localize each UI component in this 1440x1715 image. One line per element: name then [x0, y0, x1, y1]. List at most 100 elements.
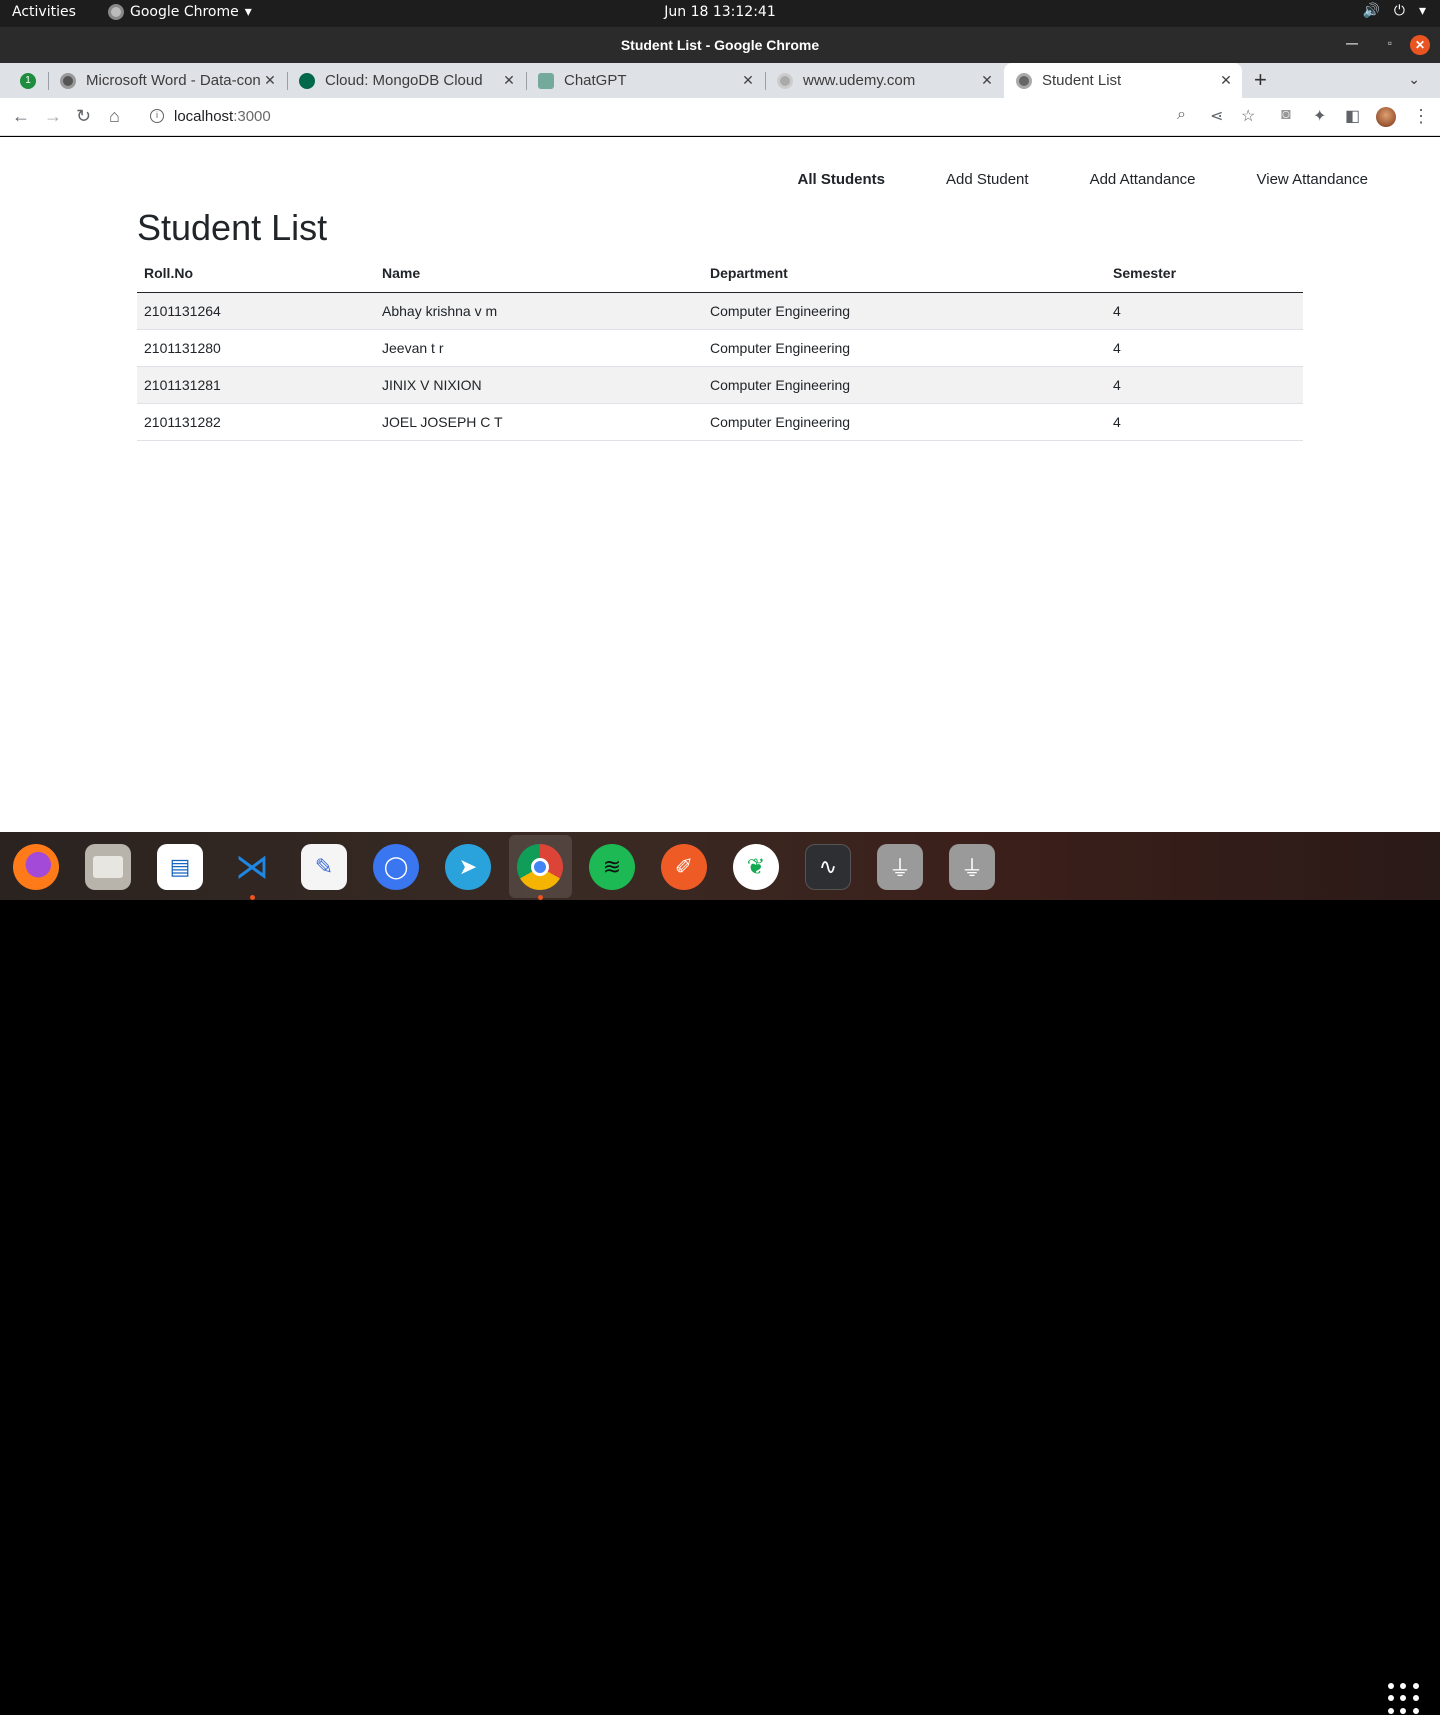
- volume-icon: 🔊: [1362, 3, 1380, 19]
- usb-drive-icon[interactable]: ⏚: [949, 844, 995, 890]
- globe-icon: [1016, 72, 1032, 89]
- camera-icon[interactable]: ◙: [1281, 106, 1291, 124]
- close-tab-icon[interactable]: ✕: [738, 72, 758, 89]
- column-header-name: Name: [375, 255, 703, 293]
- mongodb-leaf-icon: [299, 72, 315, 89]
- globe-icon: [777, 72, 793, 89]
- close-tab-icon[interactable]: ✕: [260, 72, 280, 89]
- globe-icon: [60, 72, 76, 89]
- cell-name: Jeevan t r: [375, 329, 703, 367]
- telegram-icon[interactable]: ➤: [445, 844, 491, 890]
- close-tab-icon[interactable]: ✕: [499, 72, 519, 89]
- app-menu-label: Google Chrome: [130, 4, 239, 20]
- tab-label: ChatGPT: [564, 72, 627, 89]
- tab-student-list[interactable]: Student List ✕: [1004, 63, 1242, 98]
- table-row: 2101131282 JOEL JOSEPH C T Computer Engi…: [137, 403, 1303, 441]
- tab-label: Cloud: MongoDB Cloud: [325, 72, 483, 89]
- cell-name: JINIX V NIXION: [375, 366, 703, 404]
- new-tab-icon[interactable]: +: [1254, 67, 1267, 93]
- system-tray[interactable]: 🔊 ⏻ ▾: [1362, 3, 1426, 19]
- postman-icon[interactable]: ✐: [661, 844, 707, 890]
- chrome-icon[interactable]: [517, 844, 563, 890]
- show-applications-icon[interactable]: [1388, 1683, 1420, 1715]
- student-table: Roll.No Name Department Semester 2101131…: [137, 255, 1303, 441]
- vscode-icon[interactable]: ⋊: [229, 844, 275, 890]
- table-row: 2101131280 Jeevan t r Computer Engineeri…: [137, 329, 1303, 367]
- cell-department: Computer Engineering: [703, 366, 1106, 404]
- cell-roll-no: 2101131280: [137, 329, 375, 367]
- nav-all-students[interactable]: All Students: [797, 171, 885, 188]
- nav-add-student[interactable]: Add Student: [946, 171, 1029, 188]
- column-header-semester: Semester: [1106, 255, 1303, 293]
- chevron-down-icon: ▾: [244, 4, 252, 20]
- cell-semester: 4: [1106, 366, 1303, 404]
- nav-view-attendance[interactable]: View Attandance: [1257, 171, 1368, 188]
- table-row: 2101131264 Abhay krishna v m Computer En…: [137, 292, 1303, 330]
- window-title: Student List - Google Chrome: [620, 37, 820, 53]
- table-row: 2101131281 JINIX V NIXION Computer Engin…: [137, 366, 1303, 404]
- tab-udemy[interactable]: www.udemy.com ✕: [765, 63, 1003, 98]
- signal-icon[interactable]: ◯: [373, 844, 419, 890]
- cell-department: Computer Engineering: [703, 329, 1106, 367]
- page-title: Student List: [137, 207, 328, 248]
- side-panel-icon[interactable]: ◧: [1345, 106, 1360, 126]
- close-tab-icon[interactable]: ✕: [1216, 72, 1236, 89]
- site-info-icon[interactable]: i: [150, 109, 164, 123]
- profile-avatar[interactable]: [1376, 107, 1396, 127]
- maximize-icon[interactable]: ▫: [1388, 36, 1392, 50]
- activities-button[interactable]: Activities: [12, 4, 76, 20]
- cell-semester: 4: [1106, 292, 1303, 330]
- tab-microsoft-word[interactable]: Microsoft Word - Data-con ✕: [48, 63, 286, 98]
- running-indicator: [538, 895, 543, 900]
- tab-label: Student List: [1042, 72, 1122, 89]
- forward-icon[interactable]: →: [44, 106, 62, 127]
- url-text[interactable]: localhost:3000: [174, 108, 271, 125]
- firefox-icon[interactable]: [13, 844, 59, 890]
- home-icon[interactable]: ⌂: [109, 106, 120, 127]
- tab-strip: 1 Microsoft Word - Data-con ✕ Cloud: Mon…: [0, 63, 1440, 98]
- close-window-button[interactable]: ✕: [1410, 35, 1430, 55]
- running-indicator: [250, 895, 255, 900]
- system-monitor-icon[interactable]: ∿: [805, 844, 851, 890]
- extensions-icon[interactable]: ✦: [1313, 106, 1326, 126]
- tab-mongodb-cloud[interactable]: Cloud: MongoDB Cloud ✕: [287, 63, 525, 98]
- menu-kebab-icon[interactable]: ⋮: [1412, 106, 1430, 127]
- column-header-roll-no: Roll.No: [137, 255, 375, 293]
- chevron-down-icon[interactable]: ⌄: [1408, 71, 1420, 88]
- app-menu[interactable]: Google Chrome ▾: [108, 4, 252, 20]
- cell-roll-no: 2101131282: [137, 403, 375, 441]
- tab-group-badge[interactable]: 1: [20, 73, 36, 89]
- window-title-bar: Student List - Google Chrome — ▫ ✕: [0, 27, 1440, 63]
- usb-drive-icon[interactable]: ⏚: [877, 844, 923, 890]
- zoom-icon[interactable]: ⌕: [1177, 106, 1186, 124]
- files-icon[interactable]: [85, 844, 131, 890]
- minimize-icon[interactable]: —: [1346, 36, 1358, 50]
- chatgpt-icon: [538, 72, 554, 89]
- bookmark-star-icon[interactable]: ☆: [1241, 106, 1255, 126]
- table-header-row: Roll.No Name Department Semester: [137, 255, 1303, 293]
- cell-semester: 4: [1106, 329, 1303, 367]
- chrome-icon: [108, 4, 124, 20]
- spotify-icon[interactable]: ≋: [589, 844, 635, 890]
- web-page: All Students Add Student Add Attandance …: [0, 137, 1440, 832]
- tab-label: Microsoft Word - Data-con: [86, 72, 260, 89]
- tab-label: www.udemy.com: [803, 72, 916, 89]
- text-editor-icon[interactable]: ✎: [301, 844, 347, 890]
- column-header-department: Department: [703, 255, 1106, 293]
- system-top-bar: Activities Google Chrome ▾ Jun 18 13:12:…: [0, 0, 1440, 27]
- share-icon[interactable]: ⋖: [1210, 106, 1223, 126]
- back-icon[interactable]: ←: [12, 106, 30, 127]
- address-bar[interactable]: i localhost:3000: [140, 101, 1270, 133]
- reload-icon[interactable]: ↻: [76, 106, 91, 127]
- libreoffice-writer-icon[interactable]: ▤: [157, 844, 203, 890]
- cell-roll-no: 2101131264: [137, 292, 375, 330]
- dock: ▤ ⋊ ✎ ◯ ➤ ≋ ✐ ❦ ∿ ⏚ ⏚: [0, 832, 1440, 1714]
- nav-add-attendance[interactable]: Add Attandance: [1090, 171, 1196, 188]
- cell-semester: 4: [1106, 403, 1303, 441]
- cell-name: Abhay krishna v m: [375, 292, 703, 330]
- cell-name: JOEL JOSEPH C T: [375, 403, 703, 441]
- tab-chatgpt[interactable]: ChatGPT ✕: [526, 63, 764, 98]
- mongodb-compass-icon[interactable]: ❦: [733, 844, 779, 890]
- cell-department: Computer Engineering: [703, 292, 1106, 330]
- close-tab-icon[interactable]: ✕: [977, 72, 997, 89]
